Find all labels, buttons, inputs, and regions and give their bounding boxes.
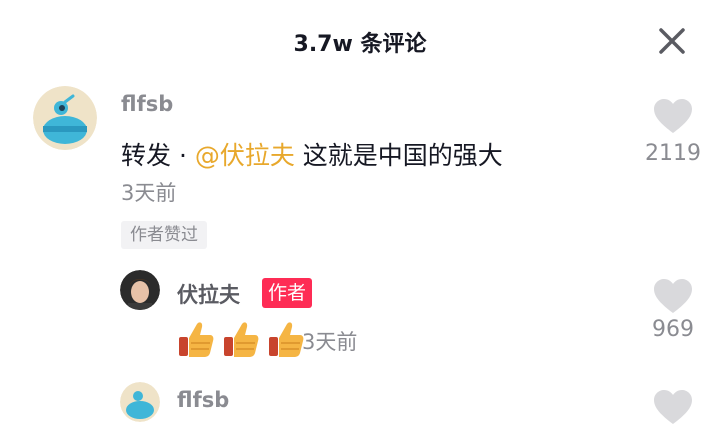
reply-like-count: 969: [652, 317, 694, 342]
avatar[interactable]: [33, 86, 97, 150]
reply-avatar[interactable]: [120, 270, 160, 310]
comment-time: 3天前: [121, 181, 177, 205]
thumbs-up-icon: [224, 322, 259, 357]
like-count: 2119: [645, 141, 701, 166]
author-liked-badge: 作者赞过: [121, 221, 207, 249]
thumbs-up-icon: [179, 322, 214, 357]
mention-link[interactable]: @伏拉夫: [195, 141, 295, 170]
reply-like-button[interactable]: [653, 279, 693, 315]
like-button[interactable]: [653, 99, 693, 135]
comments-count-title: 3.7w 条评论: [293, 32, 427, 57]
reply-avatar-2[interactable]: [120, 382, 160, 422]
comment-text-prefix: 转发 ·: [121, 141, 195, 170]
reply-time: 3天前: [302, 330, 358, 354]
comment-username[interactable]: flfsb: [121, 92, 173, 116]
close-icon: [659, 28, 685, 54]
heart-icon: [654, 279, 692, 313]
reply-username-2[interactable]: flfsb: [177, 388, 229, 412]
close-button[interactable]: [655, 24, 689, 58]
heart-icon: [654, 390, 692, 424]
comment-text: 转发 · @伏拉夫 这就是中国的强大: [121, 136, 503, 172]
reply-like-button-2[interactable]: [653, 390, 693, 426]
reply-emoji-row: [178, 320, 308, 358]
comments-header: 3.7w 条评论: [0, 0, 720, 82]
reply-username[interactable]: 伏拉夫: [177, 279, 240, 309]
heart-icon: [654, 99, 692, 133]
comment-text-suffix: 这就是中国的强大: [294, 141, 503, 170]
thumbs-up-icon: [269, 322, 304, 357]
author-badge: 作者: [262, 278, 313, 308]
